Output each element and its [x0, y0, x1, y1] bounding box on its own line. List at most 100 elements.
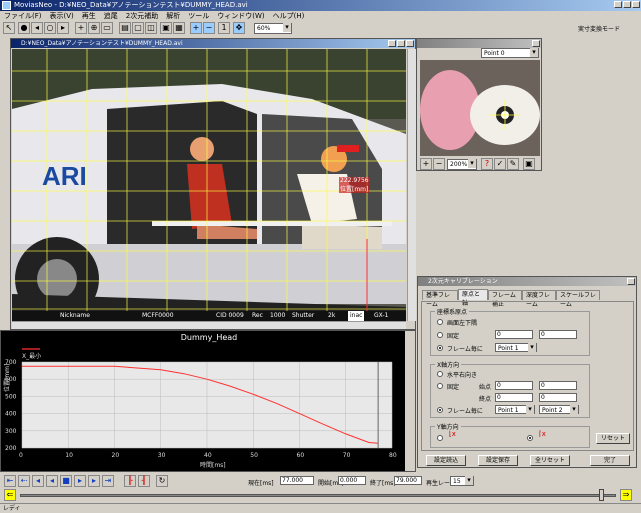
minimize-button[interactable]	[614, 1, 622, 8]
chart-vscroll[interactable]	[405, 331, 415, 471]
menu-item-8[interactable]: ヘルプ(H)	[273, 12, 305, 20]
xaxis-radio-horizontal[interactable]	[437, 371, 443, 377]
menu-item-2[interactable]: 再生	[82, 12, 96, 20]
step-forward-icon[interactable]: ▸	[88, 475, 100, 487]
play-back-icon[interactable]: ◂	[46, 475, 58, 487]
xaxis-start-y[interactable]: 0	[539, 381, 577, 390]
prev-marker-icon[interactable]: ⇠	[18, 475, 30, 487]
window-icon[interactable]: ▣	[160, 22, 172, 34]
xaxis-end-x[interactable]: 0	[495, 393, 533, 402]
magnifier-view[interactable]	[420, 60, 540, 156]
mark-out-icon[interactable]: ╢	[138, 475, 150, 487]
track-icon[interactable]: ⊕	[88, 22, 100, 34]
save-settings-button[interactable]: 設定保存	[478, 455, 518, 466]
menu-item-0[interactable]: ファイル(F)	[4, 12, 42, 20]
timeline-left-icon[interactable]: ⇐	[4, 489, 16, 501]
yaxis-radio-up[interactable]	[437, 435, 443, 441]
yaxis-radio-down[interactable]	[527, 435, 533, 441]
mark-in-icon[interactable]: ╟	[124, 475, 136, 487]
xaxis-point2-select[interactable]: Point 2	[539, 405, 579, 414]
mag-mark-icon[interactable]: ?	[481, 158, 493, 170]
grid-icon[interactable]: ▦	[173, 22, 185, 34]
tab-0[interactable]: 基準フレーム	[422, 290, 458, 308]
now-field[interactable]: 77.000	[280, 476, 314, 485]
status-text: レディ	[3, 505, 21, 512]
dialog-close-button[interactable]	[627, 278, 635, 285]
pointer-tool-icon[interactable]: ↖	[3, 22, 15, 34]
menu-item-7[interactable]: ウィンドウ(W)	[217, 12, 264, 20]
origin-radio-corner[interactable]	[437, 319, 443, 325]
origin-radio-fixed[interactable]	[437, 332, 443, 338]
mag-zoom-in-icon[interactable]: +	[420, 158, 432, 170]
xaxis-end-y[interactable]: 0	[539, 393, 577, 402]
xaxis-start-x[interactable]: 0	[495, 381, 533, 390]
origin-y-field[interactable]: 0	[539, 330, 577, 339]
origin-x-field[interactable]: 0	[495, 330, 533, 339]
done-button[interactable]: 完了	[590, 455, 630, 466]
xaxis-radio-frame[interactable]	[437, 407, 443, 413]
stop-play-icon[interactable]: ■	[60, 475, 72, 487]
mag-check-icon[interactable]: ✓	[494, 158, 506, 170]
yaxis-reset-button[interactable]: リセット	[596, 433, 630, 444]
note-icon[interactable]: ▤	[119, 22, 131, 34]
video-minimize-button[interactable]	[388, 40, 396, 47]
close-button[interactable]	[632, 1, 640, 8]
actual-size-icon[interactable]: 1	[218, 22, 230, 34]
timeline-track[interactable]	[20, 494, 616, 497]
prev-icon[interactable]: ◂	[31, 22, 43, 34]
maximize-button[interactable]	[623, 1, 631, 8]
menu-item-6[interactable]: ツール	[188, 12, 209, 20]
mag-window-icon[interactable]: ▣	[523, 158, 535, 170]
video-maximize-button[interactable]	[397, 40, 405, 47]
video-close-button[interactable]	[406, 40, 414, 47]
fit-icon[interactable]: ✥	[233, 22, 245, 34]
load-settings-button[interactable]: 設定読込	[426, 455, 466, 466]
add-point-icon[interactable]: +	[75, 22, 87, 34]
menu-item-3[interactable]: 追尾	[104, 12, 118, 20]
magnifier-close-button[interactable]	[532, 40, 540, 47]
mag-pen-icon[interactable]: ✎	[507, 158, 519, 170]
xaxis-group: X軸方向 水平右向き 固定 始点 0 0 終点 0 0 フレーム毎に Point…	[430, 360, 590, 418]
stop-icon[interactable]: ○	[44, 22, 56, 34]
mag-zoom-out-icon[interactable]: −	[433, 158, 445, 170]
zoom-in-icon[interactable]: +	[190, 22, 202, 34]
record-icon[interactable]: ●	[18, 22, 30, 34]
origin-opt1-label: 画面左下隅	[447, 320, 478, 327]
tab-1[interactable]: 原点と軸	[458, 289, 488, 307]
end-field[interactable]: 79.000	[394, 476, 422, 485]
origin-radio-frame[interactable]	[437, 345, 443, 351]
first-frame-icon[interactable]: ⇤	[4, 475, 16, 487]
start-field[interactable]: 0.000	[338, 476, 366, 485]
timeline-thumb[interactable]	[598, 489, 604, 501]
xaxis-point1-select[interactable]: Point 1	[495, 405, 535, 414]
origin-point-select[interactable]: Point 1	[495, 343, 537, 352]
loop-icon[interactable]: ↻	[156, 475, 168, 487]
origin-opt2-label: 固定	[447, 333, 460, 340]
menu-item-1[interactable]: 表示(V)	[50, 12, 74, 20]
tab-4[interactable]: スケールフレーム	[556, 290, 600, 308]
play-icon[interactable]: ▸	[74, 475, 86, 487]
zoom-select[interactable]: 60%	[254, 23, 292, 34]
next-icon[interactable]: ▸	[57, 22, 69, 34]
marker-icon[interactable]: ▭	[101, 22, 113, 34]
xaxis-radio-fixed[interactable]	[437, 383, 443, 389]
menu-item-5[interactable]: 解析	[166, 12, 180, 20]
mag-zoom-select[interactable]: 200%	[447, 159, 477, 170]
chat-icon[interactable]: ▢	[132, 22, 144, 34]
magnifier-point-select[interactable]: Point 0	[481, 48, 539, 58]
video-frame[interactable]: ARI 222.9756 位置[mm] Nickname MCFF0000 CI…	[12, 49, 406, 321]
step-back-icon[interactable]: ◂	[32, 475, 44, 487]
x-tick-label: 20	[112, 452, 120, 459]
video-hscroll[interactable]	[12, 321, 406, 329]
reset-all-button[interactable]: 全リセット	[530, 455, 570, 466]
video-vscroll[interactable]	[407, 49, 416, 321]
rate-select[interactable]: 15	[450, 476, 474, 486]
tab-2[interactable]: フレーム補正	[488, 290, 522, 308]
tag-icon[interactable]: ◫	[145, 22, 157, 34]
last-frame-icon[interactable]: ⇥	[102, 475, 114, 487]
tab-3[interactable]: 深度フレーム	[522, 290, 556, 308]
zoom-out-icon[interactable]: −	[203, 22, 215, 34]
menu-item-4[interactable]: 2次元補助	[126, 12, 158, 20]
strip-model: GX-1	[374, 312, 389, 319]
timeline-right-icon[interactable]: ⇒	[620, 489, 632, 501]
